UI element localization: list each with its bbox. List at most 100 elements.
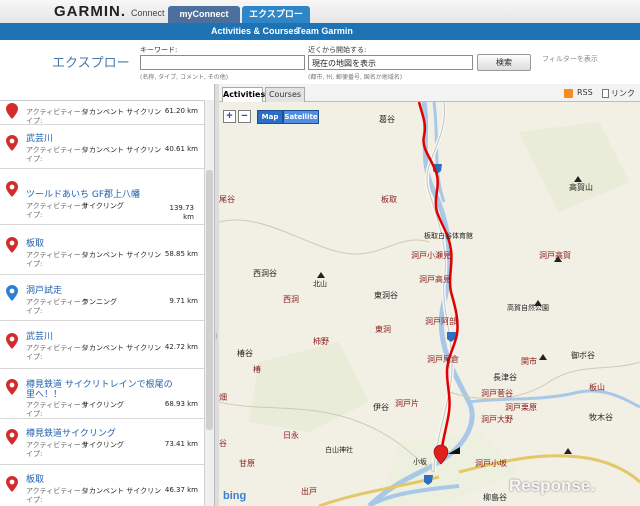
keyword-label: キーワード:: [140, 46, 178, 54]
svg-text:板山: 板山: [589, 382, 605, 392]
activity-name[interactable]: 板取: [26, 236, 44, 249]
svg-text:東洞: 東洞: [375, 324, 391, 334]
activity-category: リカンベント サイクリン: [82, 146, 162, 154]
list-item[interactable]: 洞戸試走 アクティビティータ ランニング 9.71 km イプ:: [0, 275, 204, 321]
list-item[interactable]: 武芸川 アクティビティータ リカンベント サイクリン 42.72 km イプ:: [0, 321, 204, 369]
zoom-in-button[interactable]: +: [223, 110, 236, 123]
svg-text:関市: 関市: [521, 356, 537, 366]
activity-name[interactable]: 板取: [26, 472, 44, 485]
near-input[interactable]: 現在の地図を表示: [308, 55, 473, 70]
activity-pin-icon: [6, 237, 18, 253]
activity-list: アクティビティータ リカンベント サイクリン 61.20 km イプ: 武芸川 …: [0, 100, 214, 506]
zoom-out-button[interactable]: −: [238, 110, 251, 123]
list-item[interactable]: 板取 アクティビティータ リカンベント サイクリン 46.37 km イプ:: [0, 465, 204, 506]
search-button[interactable]: 検索: [477, 54, 531, 71]
svg-text:甘原: 甘原: [239, 458, 255, 468]
svg-text:洞戸栗原: 洞戸栗原: [505, 402, 537, 412]
svg-text:板取白谷体育館: 板取白谷体育館: [424, 231, 473, 240]
activity-name[interactable]: 洞戸試走: [26, 283, 62, 296]
svg-text:柳島谷: 柳島谷: [483, 492, 507, 502]
svg-text:柿野: 柿野: [313, 336, 329, 346]
tab-activities[interactable]: Activities: [222, 87, 265, 102]
garmin-logo[interactable]: GARMIN.: [54, 3, 126, 20]
svg-text:洞戸高見: 洞戸高見: [419, 274, 451, 284]
svg-text:洞戸片: 洞戸片: [395, 398, 419, 408]
activity-category: サイクリング: [82, 202, 124, 210]
svg-text:小坂: 小坂: [413, 457, 427, 466]
nav-team-garmin[interactable]: Team Garmin: [296, 26, 353, 36]
activity-pin-icon: [6, 333, 18, 349]
nav-activities-courses[interactable]: Activities & Courses: [211, 26, 299, 36]
activity-pin-icon: [6, 181, 18, 197]
grip-icon: ⁝: [215, 332, 218, 341]
svg-text:白山神社: 白山神社: [325, 445, 353, 454]
page-title: エクスプロー: [52, 56, 130, 71]
activity-distance: 46.37 km: [164, 486, 198, 494]
keyword-input[interactable]: [140, 55, 305, 70]
activity-type-label-cont: イプ:: [26, 410, 43, 418]
svg-text:西洞谷: 西洞谷: [253, 268, 277, 278]
tab-courses[interactable]: Courses: [265, 87, 305, 102]
svg-text:伊谷: 伊谷: [373, 402, 389, 412]
activity-pin-icon: [6, 379, 18, 395]
search-area: エクスプロー キーワード: (名称, タイプ, コメント, その他) 近くから開…: [0, 40, 640, 84]
svg-text:椿谷: 椿谷: [237, 348, 253, 358]
svg-text:尾谷: 尾谷: [219, 195, 235, 204]
rss-icon[interactable]: [564, 89, 573, 98]
activity-distance: 73.41 km: [164, 440, 198, 448]
svg-text:出戸: 出戸: [301, 486, 317, 496]
map-canvas: 葛谷 板取 板取白谷体育館 洞戸小瀬見 洞戸高見 洞戸高賀 高賀山 洞戸阿部 高…: [219, 102, 640, 506]
activity-name[interactable]: ツールドあいち GF郡上八幡: [26, 187, 140, 200]
svg-text:高賀山: 高賀山: [569, 182, 593, 192]
activity-category: リカンベント サイクリン: [82, 344, 162, 352]
svg-text:高賀自然公園: 高賀自然公園: [507, 303, 549, 312]
activity-type-label-cont: イプ:: [26, 260, 43, 268]
rss-link[interactable]: RSS: [577, 88, 593, 97]
activity-category: リカンベント サイクリン: [82, 251, 162, 259]
activity-category: リカンベント サイクリン: [82, 108, 162, 116]
list-item[interactable]: ツールドあいち GF郡上八幡 アクティビティータ サイクリング 139.73 k…: [0, 169, 204, 225]
activity-type-label-cont: イプ:: [26, 450, 43, 458]
near-label: 近くから開始する:: [308, 46, 367, 54]
list-scrollbar[interactable]: [204, 100, 214, 506]
svg-text:北山: 北山: [313, 279, 327, 288]
svg-text:御ボ谷: 御ボ谷: [571, 350, 595, 360]
list-item[interactable]: 樽見鉄道 サイクリトレインで根尾の 里へ！！ アクティビティータ サイクリング …: [0, 369, 204, 419]
scroll-thumb[interactable]: [206, 170, 213, 430]
sub-navigation: Activities & Courses Team Garmin: [0, 23, 640, 40]
svg-text:洞戸高賀: 洞戸高賀: [539, 250, 571, 260]
activity-name[interactable]: 樽見鉄道サイクリング: [26, 426, 116, 439]
link-icon[interactable]: [602, 89, 609, 98]
connect-logo-text: Connect: [131, 8, 165, 18]
svg-text:畑: 畑: [219, 393, 227, 402]
link-label[interactable]: リンク: [611, 88, 635, 99]
svg-text:牧木谷: 牧木谷: [589, 412, 613, 422]
map-view[interactable]: 葛谷 板取 板取白谷体育館 洞戸小瀬見 洞戸高見 洞戸高賀 高賀山 洞戸阿部 高…: [219, 102, 640, 506]
tab-explore[interactable]: エクスプロー: [242, 6, 310, 23]
svg-text:洞戸小坂: 洞戸小坂: [475, 458, 507, 468]
tab-myconnect[interactable]: myConnect: [168, 6, 240, 23]
filter-link[interactable]: フィルターを表示: [542, 54, 598, 64]
map-type-button[interactable]: Map: [257, 110, 283, 124]
satellite-type-button[interactable]: Satellite: [283, 110, 319, 124]
list-item[interactable]: 板取 アクティビティータ リカンベント サイクリン 58.85 km イプ:: [0, 225, 204, 275]
near-hint: (都市, 州, 郵便番号, 国名か地域名): [308, 74, 403, 81]
svg-text:洞戸尾倉: 洞戸尾倉: [427, 354, 459, 364]
activity-category: サイクリング: [82, 401, 124, 409]
list-item[interactable]: アクティビティータ リカンベント サイクリン 61.20 km イプ:: [0, 101, 204, 125]
list-item[interactable]: 武芸川 アクティビティータ リカンベント サイクリン 40.61 km イプ:: [0, 125, 204, 169]
activity-distance: 61.20 km: [164, 107, 198, 115]
svg-text:日永: 日永: [283, 430, 299, 440]
bing-logo: bing: [223, 490, 247, 502]
activity-pin-icon: [6, 103, 18, 119]
activity-name[interactable]: 武芸川: [26, 131, 53, 144]
activity-type-label-cont: イプ:: [26, 353, 43, 361]
activity-distance: 139.73: [169, 204, 195, 212]
list-item[interactable]: 樽見鉄道サイクリング アクティビティータ サイクリング 73.41 km イプ:: [0, 419, 204, 465]
activity-pin-icon: [6, 476, 18, 492]
svg-text:西洞: 西洞: [283, 294, 299, 304]
top-header: GARMIN. Connect myConnect エクスプロー: [0, 0, 640, 23]
activity-distance: 58.85 km: [164, 250, 198, 258]
activity-name[interactable]: 武芸川: [26, 329, 53, 342]
activity-name-cont[interactable]: 里へ！！: [26, 387, 62, 400]
